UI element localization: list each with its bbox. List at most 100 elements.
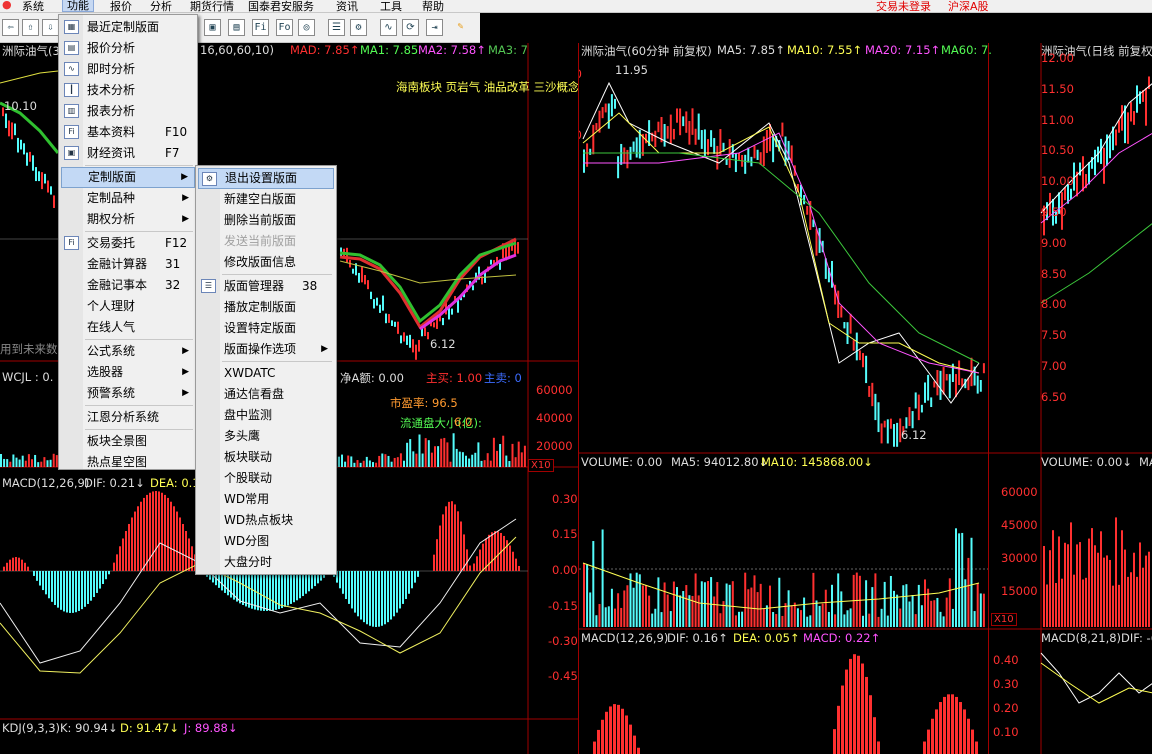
macd-tick-2: 0.00 <box>552 563 578 577</box>
submenu-item[interactable]: 个股联动 <box>198 468 334 489</box>
macd-bar <box>378 571 380 627</box>
function-menu-item[interactable]: 个人理财 <box>61 296 195 317</box>
function-menu-item[interactable]: 公式系统 ▶ <box>61 341 195 362</box>
submenu-item[interactable]: ☰ 版面管理器 38 <box>198 276 334 297</box>
function-menu-item[interactable]: Fi 基本资料 F10 <box>61 122 195 143</box>
function-menu-item[interactable]: 定制版面 ▶ <box>61 167 195 188</box>
function-menu-item[interactable]: ┃ 技术分析 <box>61 80 195 101</box>
function-menu-item[interactable]: 定制品种 ▶ <box>61 188 195 209</box>
volume-bar <box>592 541 595 627</box>
down-icon[interactable]: ⇩ <box>42 19 59 36</box>
up-icon[interactable]: ⇧ <box>22 19 39 36</box>
submenu-item[interactable]: 通达信看盘 <box>198 384 334 405</box>
volume-bar <box>378 455 381 467</box>
menu-quote[interactable]: 报价 <box>110 0 132 14</box>
submenu-item[interactable]: 版面操作选项 ▶ <box>198 339 334 360</box>
function-menu-item[interactable]: 板块全景图 <box>61 431 195 452</box>
volume-bar <box>641 585 644 627</box>
volume-bar <box>806 616 809 627</box>
export-icon[interactable]: ⇥ <box>426 19 443 36</box>
menu-tools[interactable]: 工具 <box>380 0 402 14</box>
macd-bar <box>24 562 26 571</box>
market-label[interactable]: 沪深A股 <box>948 0 989 14</box>
function-menu-item[interactable]: 金融计算器 31 <box>61 254 195 275</box>
macd-bar <box>348 571 350 604</box>
mid-chart-panel[interactable]: 洲际油气(60分钟 前复权) MA5: 7.85↑ MA10: 7.55↑ MA… <box>578 43 1040 754</box>
function-menu-item[interactable]: 金融记事本 32 <box>61 275 195 296</box>
menu-analysis[interactable]: 分析 <box>150 0 172 14</box>
menu-news[interactable]: 资讯 <box>336 0 358 14</box>
back-icon[interactable]: ⇦ <box>2 19 19 36</box>
kline-icon: ┃ <box>64 83 79 97</box>
macd-bar <box>927 729 930 754</box>
submenu-item[interactable]: 大盘分时 <box>198 552 334 573</box>
chart-icon[interactable]: ▤ <box>228 19 245 36</box>
menu-function[interactable]: 功能 <box>62 0 94 12</box>
submenu-item[interactable]: WD分图 <box>198 531 334 552</box>
login-status[interactable]: 交易未登录 <box>876 0 931 14</box>
submenu-item-label: 设置特定版面 <box>224 321 297 335</box>
submenu-item[interactable]: 修改版面信息 <box>198 252 334 273</box>
function-menu-item[interactable]: 在线人气 <box>61 317 195 338</box>
function-menu-item[interactable]: 热点星空图 <box>61 452 195 473</box>
submenu-item[interactable]: 多头鹰 <box>198 426 334 447</box>
price-candle <box>871 382 874 407</box>
function-menu-item[interactable]: 预警系统 ▶ <box>61 383 195 404</box>
submenu-item[interactable]: XWDATC <box>198 363 334 384</box>
price-candle <box>617 156 620 179</box>
function-menu-item[interactable]: 选股器 ▶ <box>61 362 195 383</box>
price-candle <box>592 124 595 155</box>
pencil-icon[interactable]: ✎ <box>452 19 469 36</box>
macd-bar <box>405 571 407 599</box>
macd-bar <box>488 534 490 571</box>
function-menu-item[interactable]: ▣ 财经资讯 F7 <box>61 143 195 164</box>
volume-bar <box>886 615 889 627</box>
macd-bar <box>122 538 124 571</box>
menu-futures[interactable]: 期货行情 <box>190 0 234 14</box>
submenu-item[interactable]: WD热点板块 <box>198 510 334 531</box>
function-menu-item[interactable]: 江恩分析系统 <box>61 407 195 428</box>
submenu-item[interactable]: 播放定制版面 <box>198 297 334 318</box>
price-candle <box>17 137 19 153</box>
price-candle <box>1133 111 1135 125</box>
submenu-item[interactable]: 删除当前版面 <box>198 210 334 231</box>
menu-gtja-service[interactable]: 国泰君安服务 <box>248 0 314 14</box>
submenu-item[interactable]: 盘中监测 <box>198 405 334 426</box>
volume-bar <box>620 607 623 627</box>
menu-help[interactable]: 帮助 <box>422 0 444 14</box>
price-candle <box>1127 112 1129 144</box>
function-menu-item[interactable]: ▤ 报价分析 <box>61 38 195 59</box>
f10-icon[interactable]: Fi <box>252 19 269 36</box>
refresh-icon[interactable]: ⟳ <box>402 19 419 36</box>
submenu-item[interactable]: 新建空白版面 <box>198 189 334 210</box>
function-menu-item[interactable]: ▦ 最近定制版面 <box>61 17 195 38</box>
macd-bar <box>445 506 447 571</box>
ma3-line <box>339 260 517 284</box>
line-icon[interactable]: ∿ <box>380 19 397 36</box>
submenu-item[interactable]: 设置特定版面 <box>198 318 334 339</box>
menu-system[interactable]: 系统 <box>22 0 44 14</box>
submenu-item[interactable]: 板块联动 <box>198 447 334 468</box>
mid-macd-dea: DEA: 0.05↑ <box>733 631 800 645</box>
function-menu-item[interactable]: ∿ 即时分析 <box>61 59 195 80</box>
submenu-item[interactable]: WD常用 <box>198 489 334 510</box>
function-menu-item[interactable]: Fi 交易委托 F12 <box>61 233 195 254</box>
function-menu-item[interactable]: 期权分析 ▶ <box>61 209 195 230</box>
layout-icon[interactable]: ⚙ <box>350 19 367 36</box>
submenu-item[interactable]: ⚙ 退出设置版面 <box>198 168 334 189</box>
macd-bar <box>116 554 118 571</box>
f10b-icon[interactable]: Fo <box>276 19 293 36</box>
macd-bar <box>272 571 274 611</box>
price-candle <box>734 152 737 173</box>
right-chart-panel[interactable]: 洲际油气(日线 前复权 VOLUME: 0.00↓ MA X10 MACD(8,… <box>988 43 1152 754</box>
macd-bar <box>155 491 157 571</box>
menu-item-label: 报表分析 <box>87 104 136 118</box>
kdj-d: D: 91.47↓ <box>120 721 179 735</box>
volume-bar <box>18 459 21 467</box>
table-icon[interactable]: ☰ <box>328 19 345 36</box>
circle-icon[interactable]: ◎ <box>298 19 315 36</box>
function-menu-item[interactable]: ▥ 报表分析 <box>61 101 195 122</box>
macd-bar <box>152 491 154 571</box>
volume-bar <box>1085 577 1087 627</box>
window-icon[interactable]: ▣ <box>204 19 221 36</box>
